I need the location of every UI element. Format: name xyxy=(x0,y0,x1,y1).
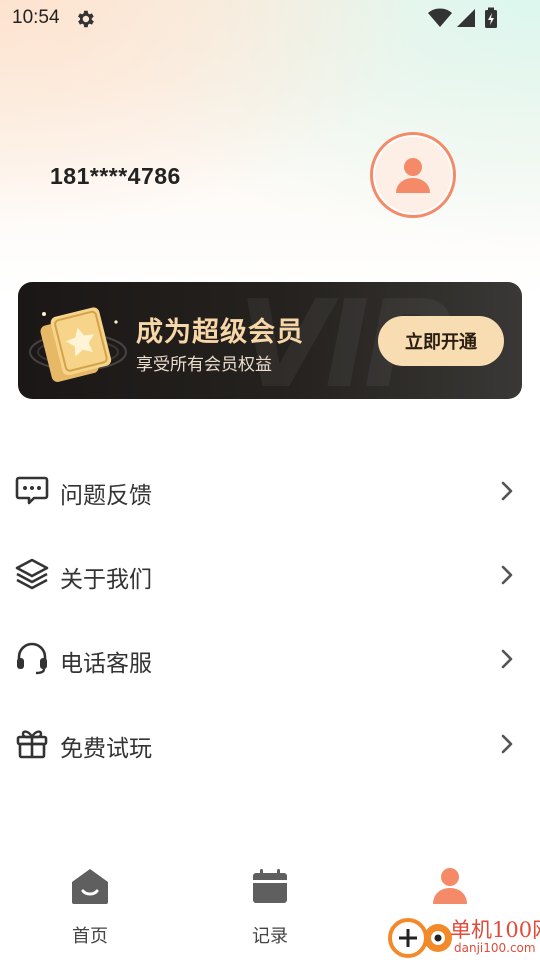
home-icon xyxy=(72,869,108,904)
settings-gear-icon xyxy=(78,10,94,28)
menu-label-phone-support: 电话客服 xyxy=(60,651,152,677)
status-bar: 10:54 xyxy=(0,0,540,36)
vip-title: 成为超级会员 xyxy=(136,317,304,348)
calendar-icon xyxy=(253,869,287,903)
feedback-chat-icon xyxy=(15,476,49,505)
menu-label-feedback: 问题反馈 xyxy=(60,483,152,509)
chevron-right-icon xyxy=(501,649,513,669)
gift-icon xyxy=(16,730,48,759)
menu-label-about: 关于我们 xyxy=(60,567,152,593)
user-phone-number: 181****4786 xyxy=(50,163,181,189)
header-background xyxy=(0,0,540,300)
chevron-right-icon xyxy=(501,734,513,754)
menu-item-free-trial[interactable]: 免费试玩 xyxy=(0,709,540,779)
avatar-background xyxy=(375,137,451,213)
person-icon xyxy=(396,158,430,193)
tab-label-home: 首页 xyxy=(72,926,108,947)
vip-crown-card-icon xyxy=(29,307,127,382)
person-icon xyxy=(433,868,467,904)
menu-label-free-trial: 免费试玩 xyxy=(60,736,152,762)
chevron-right-icon xyxy=(501,481,513,501)
menu-item-phone-support[interactable]: 电话客服 xyxy=(0,624,540,694)
status-time: 10:54 xyxy=(12,7,60,28)
open-vip-button[interactable]: 立即开通 xyxy=(378,316,504,366)
tab-home[interactable]: 首页 xyxy=(0,850,180,960)
tab-records[interactable]: 记录 xyxy=(180,850,360,960)
wifi-icon xyxy=(428,8,452,27)
signal-icon xyxy=(457,9,475,27)
chevron-right-icon xyxy=(501,565,513,585)
battery-charging-icon xyxy=(485,7,497,28)
danji100-logo-icon xyxy=(388,918,452,958)
tab-label-records: 记录 xyxy=(252,926,288,947)
headset-icon xyxy=(17,642,47,675)
vip-subtitle: 享受所有会员权益 xyxy=(136,355,272,375)
watermark-url: danji100.com xyxy=(454,941,536,955)
vip-promo-card[interactable]: VIP 成为超级会员 享受所有会员权益 立即开通 xyxy=(18,282,522,399)
avatar[interactable] xyxy=(370,132,456,218)
watermark-brand: 单机100网 xyxy=(450,918,540,942)
menu-item-about[interactable]: 关于我们 xyxy=(0,540,540,610)
menu-item-feedback[interactable]: 问题反馈 xyxy=(0,456,540,526)
layers-icon xyxy=(15,558,49,590)
